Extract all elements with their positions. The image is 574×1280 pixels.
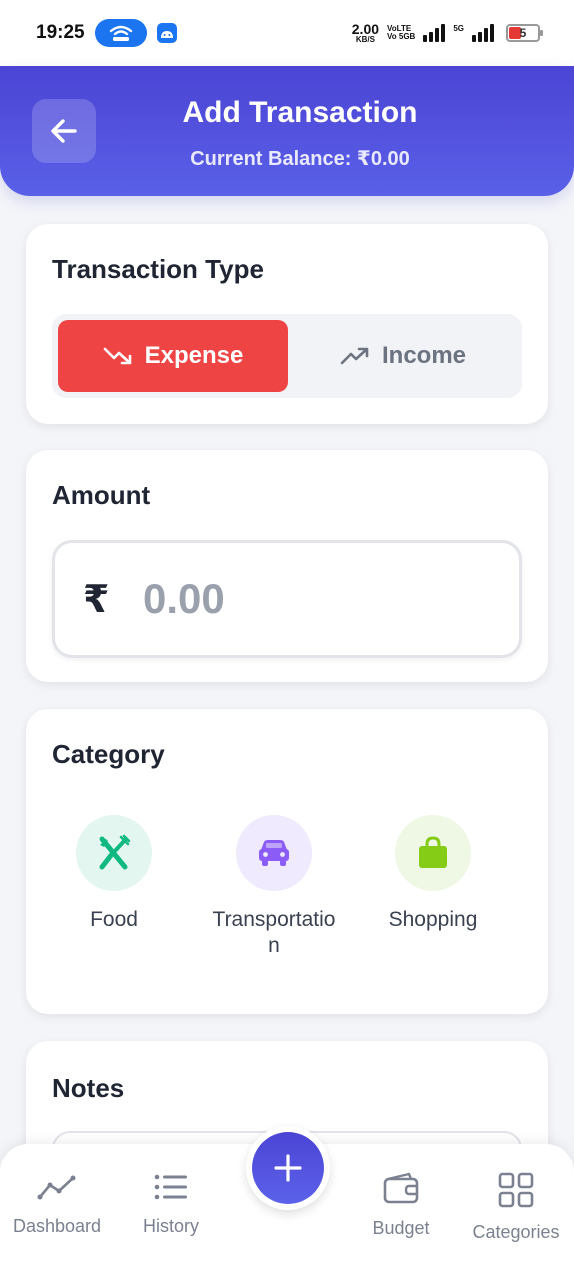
income-label: Income — [381, 342, 467, 369]
current-balance: Current Balance: ₹0.00 — [190, 148, 410, 170]
signal-bars-2-icon — [472, 24, 494, 42]
shopping-bag-icon — [395, 815, 471, 891]
volte-indicator: VoLTE Vo 5GB — [387, 25, 415, 41]
plus-icon — [274, 1154, 302, 1182]
category-item-shopping[interactable]: Shopping — [363, 815, 503, 933]
signal-bars-icon — [423, 24, 446, 42]
transaction-type-title: Transaction Type — [52, 254, 264, 284]
nav-history-label: History — [142, 1216, 199, 1236]
trending-up-icon — [340, 347, 369, 365]
category-label-transportation: Transportation — [212, 908, 336, 957]
network-type: 5G — [453, 24, 464, 33]
add-transaction-fab[interactable] — [246, 1126, 330, 1210]
nav-history[interactable]: History — [116, 1172, 226, 1237]
status-bar: 19:25 2.00 KB/S VoLTE Vo 5GB 5G 5 — [0, 0, 574, 66]
amount-input[interactable] — [143, 569, 483, 629]
status-right: 2.00 KB/S VoLTE Vo 5GB 5G 5 — [352, 22, 543, 44]
nav-dashboard[interactable]: Dashboard — [2, 1172, 112, 1237]
fab-inner — [252, 1132, 324, 1204]
amount-field[interactable]: ₹ — [52, 540, 522, 658]
notes-title: Notes — [52, 1073, 125, 1103]
nav-budget-label: Budget — [372, 1218, 430, 1238]
app-header: Add Transaction Current Balance: ₹0.00 — [0, 66, 574, 196]
category-label-food: Food — [90, 908, 138, 931]
amount-card: Amount ₹ — [26, 450, 548, 682]
utensils-icon — [76, 815, 152, 891]
currency-symbol: ₹ — [83, 579, 110, 621]
expense-button[interactable]: Expense — [58, 320, 288, 392]
nav-dashboard-label: Dashboard — [12, 1216, 102, 1236]
network-speed-value: 2.00 — [351, 21, 380, 37]
page-title: Add Transaction — [182, 96, 418, 129]
category-item-food[interactable]: Food — [44, 815, 184, 933]
status-time: 19:25 — [36, 22, 85, 43]
category-label-shopping: Shopping — [388, 908, 478, 931]
category-card: Category Food Transportation Shopping — [26, 709, 548, 1014]
category-title: Category — [52, 739, 165, 769]
income-button[interactable]: Income — [288, 320, 518, 392]
network-speed: 2.00 KB/S — [352, 22, 379, 44]
battery-icon: 5 — [506, 24, 543, 42]
hotspot-icon — [94, 19, 147, 47]
nav-categories-label: Categories — [472, 1222, 560, 1242]
android-icon — [156, 23, 177, 43]
network-speed-unit: KB/S — [355, 35, 375, 44]
status-left: 19:25 — [36, 19, 177, 47]
transaction-type-toggle: Expense Income — [52, 314, 522, 398]
battery-level: 5 — [519, 26, 527, 40]
nav-budget[interactable]: Budget — [346, 1172, 456, 1239]
volte-bottom: Vo 5GB — [387, 32, 416, 41]
grid-icon — [498, 1172, 534, 1208]
list-icon — [154, 1174, 187, 1200]
nav-categories[interactable]: Categories — [461, 1172, 571, 1243]
category-item-transportation[interactable]: Transportation — [204, 815, 344, 959]
chart-line-icon — [37, 1175, 76, 1200]
wallet-icon — [383, 1172, 419, 1204]
amount-title: Amount — [52, 480, 151, 510]
transaction-type-card: Transaction Type Expense Income — [26, 224, 548, 424]
trending-down-icon — [103, 347, 131, 365]
expense-label: Expense — [144, 342, 244, 369]
car-icon — [236, 815, 312, 891]
